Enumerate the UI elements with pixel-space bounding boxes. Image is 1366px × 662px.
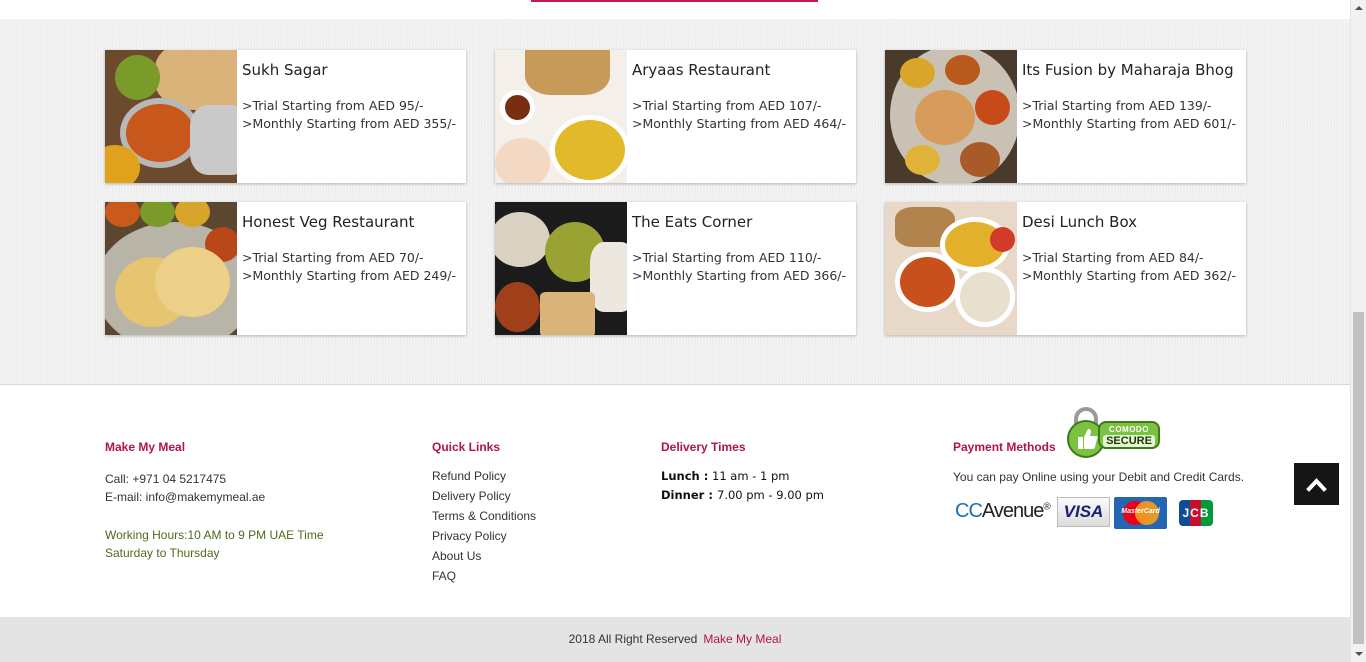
delivery-times: Lunch :11 am - 1 pm Dinner : 7.00 pm - 9.… [661, 467, 824, 505]
lunch-time: 11 am - 1 pm [712, 469, 790, 483]
link-terms-conditions[interactable]: Terms & Conditions [432, 506, 536, 526]
restaurant-card[interactable]: Desi Lunch Box >Trial Starting from AED … [885, 202, 1246, 335]
copyright-text: 2018 All Right Reserved [568, 632, 698, 646]
restaurant-name[interactable]: Aryaas Restaurant [632, 60, 850, 80]
mastercard-logo: MasterCard [1114, 497, 1167, 529]
restaurant-card[interactable]: Aryaas Restaurant >Trial Starting from A… [495, 50, 856, 183]
trial-price: >Trial Starting from AED 95/- [242, 98, 424, 113]
comodo-secure-badge: COMODO SECURE [1066, 407, 1162, 459]
restaurant-section: Sukh Sagar >Trial Starting from AED 95/-… [0, 19, 1350, 385]
copyright-brand-link[interactable]: Make My Meal [703, 632, 781, 646]
scrollbar-thumb[interactable] [1353, 312, 1364, 644]
restaurant-name[interactable]: Its Fusion by Maharaja Bhog [1022, 60, 1240, 80]
restaurant-card[interactable]: Honest Veg Restaurant >Trial Starting fr… [105, 202, 466, 335]
restaurant-image[interactable] [885, 202, 1017, 335]
link-delivery-policy[interactable]: Delivery Policy [432, 486, 536, 506]
dinner-time: 7.00 pm - 9.00 pm [717, 488, 824, 502]
restaurant-card[interactable]: Its Fusion by Maharaja Bhog >Trial Start… [885, 50, 1246, 183]
dinner-label: Dinner : [661, 488, 713, 502]
monthly-price: >Monthly Starting from AED 355/- [242, 116, 457, 131]
quick-links-list: Refund Policy Delivery Policy Terms & Co… [432, 466, 536, 586]
page-scrollbar[interactable] [1350, 0, 1366, 662]
trial-price: >Trial Starting from AED 110/- [632, 250, 822, 265]
restaurant-name[interactable]: Honest Veg Restaurant [242, 212, 460, 232]
copyright-bar: 2018 All Right Reserved Make My Meal [0, 617, 1350, 662]
restaurant-name[interactable]: Desi Lunch Box [1022, 212, 1240, 232]
trial-price: >Trial Starting from AED 70/- [242, 250, 424, 265]
visa-logo: VISA [1057, 497, 1110, 527]
trial-price: >Trial Starting from AED 84/- [1022, 250, 1204, 265]
payment-text: You can pay Online using your Debit and … [953, 470, 1245, 484]
delivery-times-heading: Delivery Times [661, 440, 746, 454]
monthly-price: >Monthly Starting from AED 249/- [242, 268, 457, 283]
working-days: Saturday to Thursday [105, 546, 220, 560]
contact-phone[interactable]: Call: +971 04 5217475 [105, 470, 265, 488]
monthly-price: >Monthly Starting from AED 362/- [1022, 268, 1237, 283]
link-refund-policy[interactable]: Refund Policy [432, 466, 536, 486]
lunch-label: Lunch : [661, 469, 709, 483]
footer: Make My Meal Call: +971 04 5217475 E-mai… [0, 385, 1350, 617]
scroll-up-arrow-icon[interactable] [1351, 0, 1366, 16]
jcb-logo: JCB [1179, 500, 1213, 526]
working-hours: Working Hours:10 AM to 9 PM UAE Time [105, 528, 324, 542]
scroll-down-arrow-icon[interactable] [1351, 646, 1366, 662]
restaurant-image[interactable] [105, 202, 237, 335]
comodo-text: COMODO [1109, 425, 1149, 434]
link-faq[interactable]: FAQ [432, 566, 536, 586]
quick-links-heading: Quick Links [432, 440, 501, 454]
secure-text: SECURE [1103, 435, 1155, 447]
payment-methods-heading: Payment Methods [953, 440, 1056, 454]
contact-email[interactable]: E-mail: info@makemymeal.ae [105, 488, 265, 506]
restaurant-image[interactable] [885, 50, 1017, 183]
restaurant-image[interactable] [495, 50, 627, 183]
top-strip [0, 0, 1350, 19]
restaurant-card[interactable]: Sukh Sagar >Trial Starting from AED 95/-… [105, 50, 466, 183]
monthly-price: >Monthly Starting from AED 601/- [1022, 116, 1237, 131]
restaurant-image[interactable] [495, 202, 627, 335]
trial-price: >Trial Starting from AED 107/- [632, 98, 822, 113]
scroll-to-top-button[interactable] [1294, 463, 1339, 505]
restaurant-name[interactable]: The Eats Corner [632, 212, 850, 232]
link-privacy-policy[interactable]: Privacy Policy [432, 526, 536, 546]
link-about-us[interactable]: About Us [432, 546, 536, 566]
footer-about-heading: Make My Meal [105, 440, 186, 454]
active-nav-underline [531, 0, 818, 2]
chevron-up-icon [1306, 478, 1327, 492]
ccavenue-logo: CCAvenue® [955, 500, 1051, 522]
monthly-price: >Monthly Starting from AED 464/- [632, 116, 847, 131]
trial-price: >Trial Starting from AED 139/- [1022, 98, 1212, 113]
restaurant-card[interactable]: The Eats Corner >Trial Starting from AED… [495, 202, 856, 335]
restaurant-name[interactable]: Sukh Sagar [242, 60, 460, 80]
restaurant-image[interactable] [105, 50, 237, 183]
monthly-price: >Monthly Starting from AED 366/- [632, 268, 847, 283]
